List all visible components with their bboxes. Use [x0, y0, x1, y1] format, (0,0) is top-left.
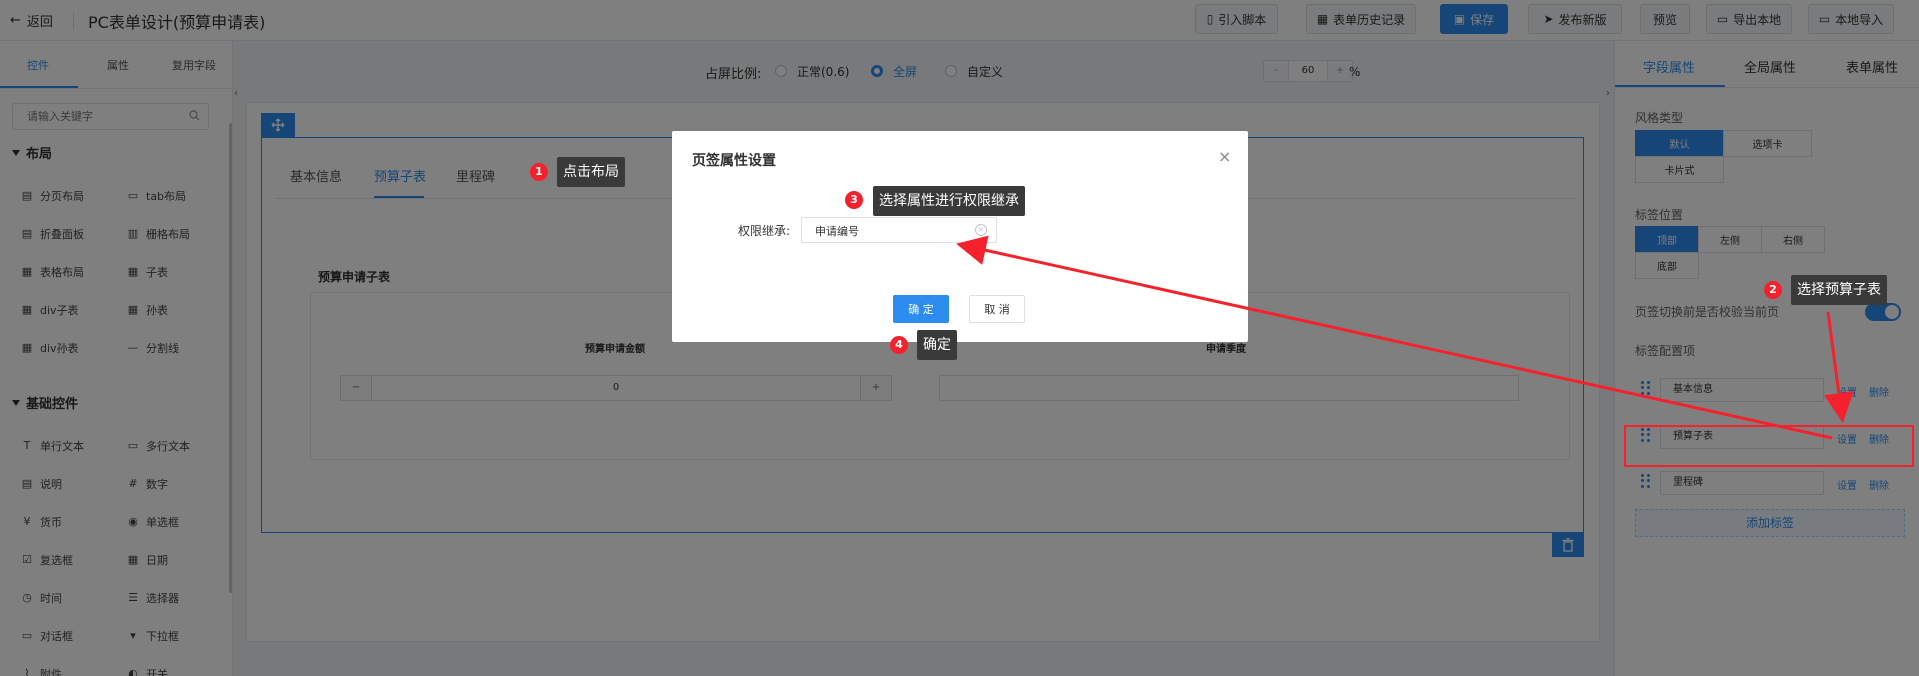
arrow-to-inherit-field	[956, 235, 1833, 440]
callout-step-3: 选择属性进行权限继承	[873, 186, 1025, 216]
step-badge-2: 2	[1764, 281, 1782, 299]
step-badge-4: 4	[890, 336, 908, 354]
step-badge-1: 1	[530, 163, 548, 181]
step-badge-3: 3	[845, 191, 863, 209]
callout-step-4: 确定	[917, 330, 957, 360]
callout-step-2: 选择预算子表	[1791, 275, 1887, 305]
arrow-to-budget-tab	[1823, 311, 1854, 423]
annotation-arrows	[956, 235, 1854, 440]
callout-step-1: 点击布局	[557, 157, 625, 187]
